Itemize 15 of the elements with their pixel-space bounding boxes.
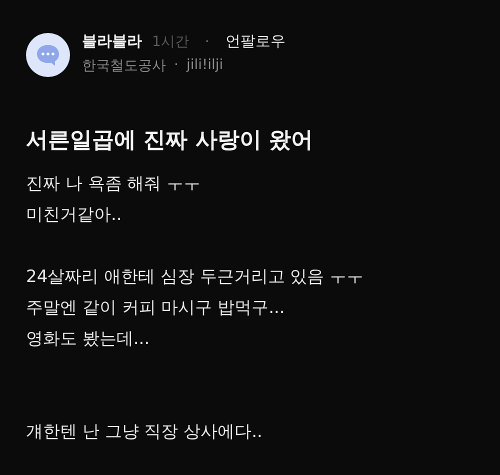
avatar-icon <box>26 33 70 77</box>
separator-dot: · <box>204 34 210 50</box>
user-id: jili!ilji <box>186 57 224 75</box>
body-text: 미친거같아.. <box>26 204 123 227</box>
body-text: 주말엔 같이 커피 마시구 밥먹구... <box>26 297 286 320</box>
body-text: 24살짜리 애한테 심장 두근거리고 있음 ㅜㅜ <box>26 266 365 289</box>
post-time: 1시간 <box>152 33 189 51</box>
body-text: 진짜 나 욕좀 해줘 ㅜㅜ <box>26 173 202 196</box>
body-text: 영화도 봤는데... <box>26 328 151 351</box>
separator-dot: · <box>174 57 178 75</box>
author-name[interactable]: 블라블라 <box>82 32 142 51</box>
unfollow-button[interactable]: 언팔로우 <box>225 32 286 51</box>
company-name: 한국철도공사 <box>82 57 166 75</box>
post-title: 서른일곱에 진짜 사랑이 왔어 <box>26 127 314 155</box>
body-text: 걔한텐 난 그냥 직장 상사에다.. <box>26 421 264 444</box>
